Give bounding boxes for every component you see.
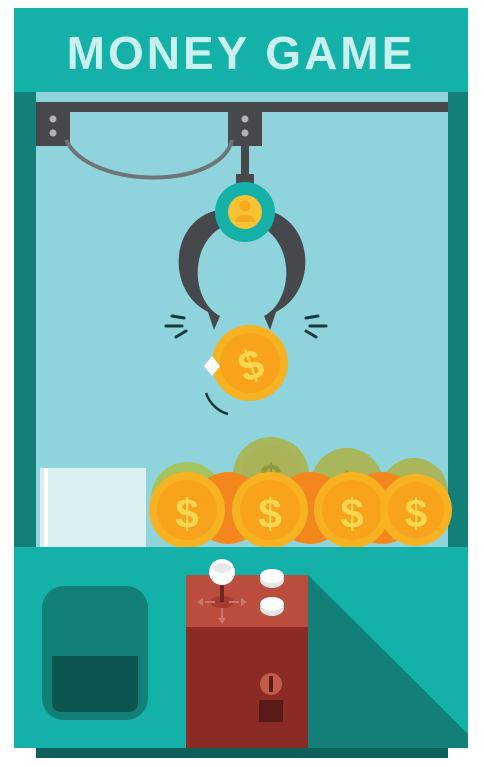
prize-chute	[40, 468, 146, 547]
svg-text:$: $	[258, 490, 281, 537]
svg-text:$: $	[405, 492, 427, 536]
prize-door[interactable]	[42, 586, 148, 720]
coin-slot[interactable]	[260, 673, 282, 695]
machine-base-shadow	[36, 748, 448, 758]
machine-title: MONEY GAME	[66, 27, 416, 79]
claw-machine: $ $ $ $ $ $ $	[14, 8, 468, 758]
control-panel	[186, 575, 308, 748]
coin-return[interactable]	[259, 700, 283, 722]
coin-pile-front: $ $ $ $	[149, 472, 452, 548]
svg-text:$: $	[175, 490, 198, 537]
action-button-top[interactable]	[260, 569, 284, 588]
svg-text:$: $	[340, 490, 363, 537]
action-button-bottom[interactable]	[260, 597, 284, 616]
